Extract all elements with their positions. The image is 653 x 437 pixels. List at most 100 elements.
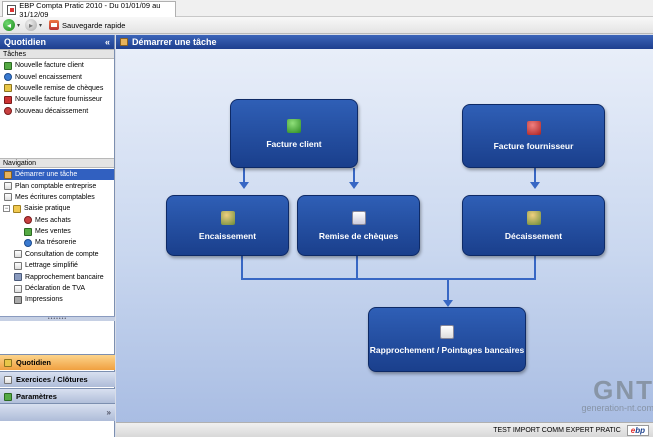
tab-quotidien[interactable]: Quotidien: [0, 354, 115, 370]
nav-label: Mes ventes: [35, 228, 71, 236]
collapse-panel-icon[interactable]: «: [105, 37, 110, 47]
task-item[interactable]: Nouveau décaissement: [0, 106, 114, 117]
main-panel-title: Démarrer une tâche: [132, 37, 217, 47]
tab-exercices[interactable]: Exercices / Clôtures: [0, 371, 115, 387]
window-title: EBP Compta Pratic 2010 - Du 01/01/09 au …: [19, 0, 161, 19]
task-item[interactable]: Nouvelle facture client: [0, 60, 114, 71]
home-icon: [120, 38, 128, 46]
invoice-supplier-icon: [4, 95, 12, 104]
task-item[interactable]: Nouvel encaissement: [0, 71, 114, 82]
entries-icon: [4, 193, 12, 202]
connector-arrow: [349, 182, 359, 189]
nav-item-print[interactable]: Impressions: [0, 294, 114, 305]
task-item[interactable]: Nouvelle facture fournisseur: [0, 94, 114, 105]
payment-icon: [4, 107, 12, 116]
receipt-icon: [4, 73, 12, 82]
connector-line: [356, 256, 358, 279]
connector-line: [241, 256, 243, 279]
box-label: Facture client: [266, 138, 322, 149]
box-label: Remise de chèques: [318, 230, 399, 241]
back-arrow-icon[interactable]: ◂: [3, 19, 15, 31]
cheque-icon: [351, 210, 366, 225]
back-dropdown-icon[interactable]: ▾: [17, 22, 20, 29]
sales-icon: [24, 227, 32, 236]
tab-label: Exercices / Clôtures: [16, 375, 88, 384]
nav-item-sales[interactable]: Mes ventes: [0, 226, 114, 237]
connector-arrow: [443, 300, 453, 307]
payment-icon: [526, 210, 541, 225]
remise-cheques-button[interactable]: Remise de chèques: [297, 195, 420, 256]
navigation-section-title: Navigation: [0, 157, 114, 168]
save-icon: [49, 20, 60, 30]
connector-line: [534, 256, 536, 279]
box-label: Facture fournisseur: [493, 141, 574, 151]
nav-item-purchases[interactable]: Mes achats: [0, 215, 114, 226]
connector-line: [353, 168, 355, 183]
connector-line: [534, 168, 536, 183]
nav-item-practical-entry[interactable]: − Saisie pratique: [0, 203, 114, 214]
tab-label: Paramètres: [16, 392, 57, 401]
watermark-logo: GNT: [593, 375, 653, 405]
encaissement-button[interactable]: Encaissement: [166, 195, 289, 256]
status-bar: TEST IMPORT COMM EXPERT PRATIC ebp: [116, 422, 653, 437]
lettering-icon: [14, 261, 22, 270]
decaissement-button[interactable]: Décaissement: [462, 195, 605, 256]
status-text: TEST IMPORT COMM EXPERT PRATIC: [493, 426, 621, 434]
nav-label: Ma trésorerie: [35, 239, 77, 247]
invoice-supplier-icon: [526, 121, 541, 135]
tab-label: Quotidien: [16, 358, 51, 367]
forward-dropdown-icon[interactable]: ▾: [39, 22, 42, 29]
settings-icon: [4, 392, 12, 401]
nav-label: Mes écritures comptables: [15, 193, 95, 201]
daily-icon: [4, 358, 12, 367]
nav-item-start-task[interactable]: Démarrer une tâche: [0, 168, 114, 181]
nav-item-lettering[interactable]: Lettrage simplifié: [0, 260, 114, 271]
rapprochement-button[interactable]: Rapprochement / Pointages bancaires: [368, 307, 526, 372]
box-label: Encaissement: [198, 230, 257, 241]
invoice-client-icon: [4, 61, 12, 70]
main-panel-header: Démarrer une tâche: [116, 35, 653, 49]
account-lookup-icon: [14, 250, 22, 259]
task-label: Nouveau décaissement: [15, 107, 89, 115]
navigation-list: Démarrer une tâche Plan comptable entrep…: [0, 168, 114, 307]
box-label: Rapprochement / Pointages bancaires: [369, 344, 525, 355]
panel-splitter[interactable]: •••••••: [0, 316, 115, 322]
collapse-tree-icon[interactable]: −: [3, 205, 10, 213]
tab-parametres[interactable]: Paramètres: [0, 388, 115, 404]
connector-arrow: [530, 182, 540, 189]
nav-label: Lettrage simplifié: [25, 262, 78, 270]
printer-icon: [14, 295, 22, 304]
watermark-site: generation-nt.com: [581, 403, 653, 413]
nav-item-chart-of-accounts[interactable]: Plan comptable entreprise: [0, 180, 114, 191]
app-icon: [7, 4, 17, 15]
quick-save-button[interactable]: Sauvegarde rapide: [49, 20, 125, 30]
chart-of-accounts-icon: [4, 182, 12, 191]
panel-footer: »: [0, 403, 115, 421]
ebp-logo: ebp: [626, 424, 649, 436]
exercises-icon: [4, 375, 12, 384]
nav-item-treasury[interactable]: Ma trésorerie: [0, 237, 114, 248]
tasks-list: Nouvelle facture client Nouvel encaissem…: [0, 59, 114, 118]
title-bar: EBP Compta Pratic 2010 - Du 01/01/09 au …: [0, 0, 653, 19]
connector-arrow: [239, 182, 249, 189]
window-tab[interactable]: EBP Compta Pratic 2010 - Du 01/01/09 au …: [2, 0, 176, 19]
forward-arrow-icon[interactable]: ▸: [25, 19, 38, 31]
vat-icon: [14, 284, 22, 293]
nav-item-account-lookup[interactable]: Consultation de compte: [0, 249, 114, 260]
workflow-area: Facture client Facture fournisseur Encai…: [116, 49, 653, 422]
connector-line: [241, 278, 536, 280]
expand-tabs-icon[interactable]: »: [107, 408, 111, 417]
nav-item-entries[interactable]: Mes écritures comptables: [0, 192, 114, 203]
invoice-client-icon: [287, 118, 301, 133]
purchases-icon: [24, 216, 32, 225]
nav-item-vat[interactable]: Déclaration de TVA: [0, 283, 114, 294]
logo-rest: bp: [635, 425, 645, 435]
facture-fournisseur-button[interactable]: Facture fournisseur: [462, 104, 605, 168]
facture-client-button[interactable]: Facture client: [230, 99, 358, 168]
gnt-watermark: GNT generation-nt.com: [534, 377, 653, 413]
nav-label: Plan comptable entreprise: [15, 182, 97, 190]
nav-item-bank-reconciliation[interactable]: Rapprochement bancaire: [0, 271, 114, 282]
nav-label: Saisie pratique: [24, 205, 71, 213]
task-item[interactable]: Nouvelle remise de chèques: [0, 83, 114, 94]
cheque-icon: [4, 84, 12, 93]
